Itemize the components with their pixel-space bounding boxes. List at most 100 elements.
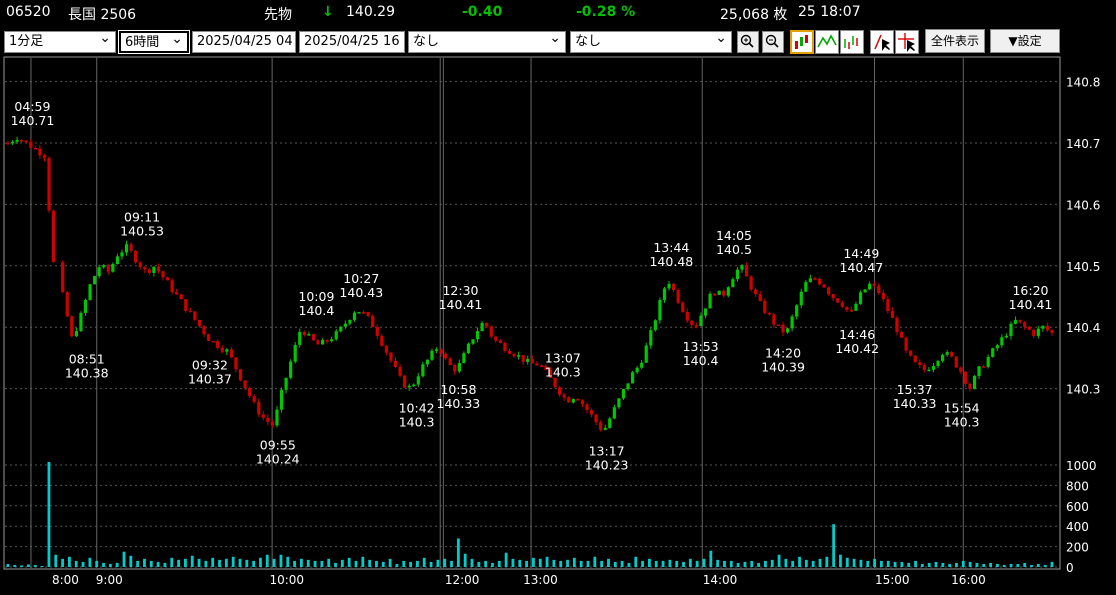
candle-body: [653, 320, 657, 331]
volume-bar: [886, 560, 890, 567]
candle-body: [521, 355, 525, 362]
show-all-button[interactable]: 全件表示: [925, 29, 985, 53]
settings-button[interactable]: ▼設定: [990, 29, 1060, 53]
price-chart[interactable]: 04:59140.7108:51140.3809:11140.5309:3214…: [0, 55, 1116, 595]
candle-body: [115, 256, 120, 264]
candle-body: [243, 380, 247, 388]
line-chart-icon[interactable]: [815, 30, 839, 54]
annotation-time: 13:17: [589, 444, 625, 459]
indicator1-select[interactable]: なし: [408, 31, 566, 53]
annotation-time: 09:11: [124, 209, 160, 224]
candle-body: [197, 319, 202, 327]
candle-body: [899, 331, 904, 338]
cursor-cross-icon[interactable]: [895, 30, 919, 54]
candle-body: [608, 418, 612, 428]
cursor-draw-icon[interactable]: [870, 30, 894, 54]
candle-body: [927, 369, 931, 372]
volume-bar: [190, 555, 194, 567]
volume-bar: [122, 551, 126, 567]
volume-bar: [825, 556, 829, 567]
candle-body: [380, 335, 384, 346]
volume-bar: [456, 538, 460, 567]
volume-bar: [13, 564, 17, 567]
volume-bar: [463, 553, 467, 567]
candle-body: [129, 244, 133, 251]
candle-body: [416, 376, 420, 385]
annotation-time: 14:46: [839, 327, 875, 342]
volume-bar: [607, 558, 610, 567]
quote-datetime: 25 18:07: [798, 4, 861, 20]
volume-bar: [347, 557, 351, 567]
volume-bar: [866, 560, 870, 567]
candle-body: [357, 312, 361, 314]
candle-body: [968, 383, 972, 389]
volume-bar: [361, 556, 365, 567]
candle-body: [918, 362, 922, 365]
candle-body: [658, 300, 662, 321]
candle-body: [202, 326, 206, 335]
candle-body: [667, 283, 671, 289]
price-change: -0.40: [462, 4, 503, 20]
price-annotation: 14:49140.47: [840, 246, 884, 275]
volume-bar: [770, 559, 774, 567]
candle-body: [161, 271, 165, 278]
interval-select[interactable]: 1分足: [4, 31, 116, 53]
candlestick-chart-icon[interactable]: [790, 30, 814, 54]
volume-bar: [729, 560, 733, 567]
candle-body: [93, 276, 97, 285]
volume-bar: [654, 560, 658, 567]
zoom-out-icon[interactable]: [762, 31, 784, 53]
candle-body: [845, 306, 849, 310]
span-select[interactable]: 6時間: [118, 30, 190, 54]
date-to-input[interactable]: 2025/04/25 16: [299, 31, 405, 53]
candle-body: [713, 293, 717, 296]
candle-body: [120, 252, 124, 257]
candle-body: [1018, 319, 1022, 323]
candle-body: [134, 250, 138, 263]
candle-body: [703, 308, 708, 316]
candle-body: [539, 365, 543, 367]
annotation-price: 140.41: [1009, 297, 1053, 312]
candle-body: [257, 401, 261, 415]
candle-body: [507, 350, 512, 354]
annotation-price: 140.5: [716, 242, 752, 257]
candle-body: [138, 262, 142, 268]
candle-body: [311, 334, 316, 341]
candle-body: [10, 141, 15, 144]
candle-body: [111, 263, 115, 272]
volume-bar: [586, 560, 590, 567]
candle-body: [813, 278, 817, 280]
zoom-in-icon[interactable]: [737, 31, 759, 53]
annotation-time: 14:05: [716, 228, 752, 243]
candle-body: [868, 283, 872, 290]
candle-body: [772, 314, 776, 325]
candle-body: [384, 345, 388, 353]
candle-body: [1041, 325, 1045, 329]
volume-bar: [920, 563, 924, 567]
bar-chart-icon[interactable]: [840, 30, 864, 54]
volume-bar: [238, 558, 242, 567]
candle-body: [475, 331, 480, 340]
candle-body: [589, 410, 594, 415]
candle-body: [672, 283, 676, 290]
price-annotation: 08:51140.38: [65, 351, 109, 380]
volume-bar: [832, 524, 836, 567]
price-annotation: 09:32140.37: [188, 358, 232, 387]
annotation-time: 04:59: [14, 99, 50, 114]
candle-body: [785, 328, 790, 333]
candle-body: [717, 290, 721, 295]
time-tick-label: 9:00: [96, 573, 123, 587]
candle-body: [694, 325, 699, 327]
candle-body: [20, 139, 24, 142]
candle-body: [722, 290, 726, 296]
volume-bar: [422, 557, 426, 567]
price-annotation: 10:09140.4: [298, 289, 334, 318]
candle-body: [61, 262, 65, 293]
candle-body: [831, 294, 835, 299]
candle-body: [827, 287, 831, 295]
volume-bar: [818, 558, 822, 567]
volume-bar: [620, 560, 624, 567]
indicator2-select[interactable]: なし: [570, 31, 732, 53]
volume-bar: [40, 565, 44, 567]
date-from-input[interactable]: 2025/04/25 04: [192, 31, 296, 53]
